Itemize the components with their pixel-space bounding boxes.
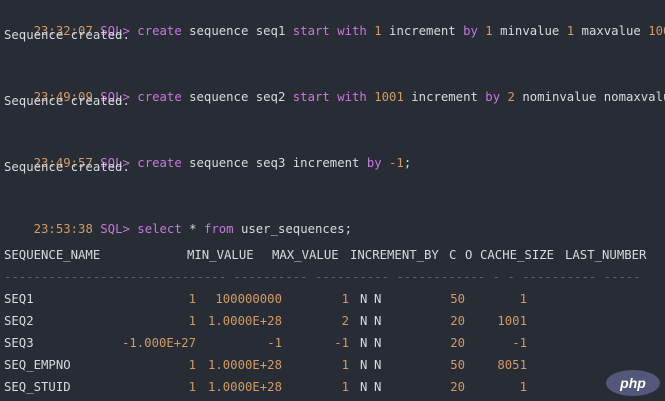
sql-text: increment — [382, 24, 463, 38]
table-cell: N — [360, 334, 367, 352]
column-header: O — [465, 246, 472, 264]
table-cell: 1 — [189, 290, 196, 308]
table-cell: 1 — [520, 290, 527, 308]
command-text: select * from user_sequences; — [137, 222, 352, 236]
table-cell: 20 — [450, 312, 465, 330]
sql-text — [382, 156, 389, 170]
table-cell: N — [374, 312, 381, 330]
table-cell: 50 — [450, 290, 465, 308]
sql-text: sequence seq1 — [182, 24, 293, 38]
table-cell: N — [374, 356, 381, 374]
sql-keyword: by — [367, 156, 382, 170]
table-cell: -1 — [267, 334, 282, 352]
sql-keyword: start with — [293, 24, 367, 38]
table-cell: 100000000 — [215, 290, 282, 308]
column-header: MAX_VALUE — [272, 246, 339, 264]
table-cell: 2 — [342, 312, 349, 330]
table-cell: 1 — [189, 312, 196, 330]
sql-text — [500, 90, 507, 104]
sql-text: increment — [404, 90, 485, 104]
sql-text: sequence seq3 increment — [182, 156, 367, 170]
sql-keyword: from — [204, 222, 234, 236]
sql-text: user_sequences; — [234, 222, 352, 236]
sql-keyword: create — [137, 156, 181, 170]
table-cell: -1.000E+27 — [122, 334, 196, 352]
sql-keyword: start with — [293, 90, 367, 104]
table-cell: SEQ1 — [4, 290, 34, 308]
table-cell: N — [360, 378, 367, 396]
command-line: 23:49:57 SQL> create sequence seq3 incre… — [4, 136, 411, 154]
table-cell: 20 — [450, 378, 465, 396]
command-text: create sequence seq3 increment by -1; — [137, 156, 411, 170]
command-text: create sequence seq2 start with 1001 inc… — [137, 90, 665, 104]
php-watermark-text: php — [619, 375, 646, 391]
table-cell: 1.0000E+28 — [208, 356, 282, 374]
table-cell: 1 — [520, 378, 527, 396]
table-cell: 1001 — [497, 312, 527, 330]
table-cell: SEQ3 — [4, 334, 34, 352]
sql-keyword: by — [463, 24, 478, 38]
sql-text: nominvalue nomaxvalu — [515, 90, 665, 104]
separator-line: ------------------------------ ---------… — [4, 268, 641, 286]
table-cell: 1 — [342, 356, 349, 374]
php-logo: php — [605, 369, 661, 397]
sql-number: 2 — [508, 90, 515, 104]
column-header: SEQUENCE_NAME — [4, 246, 100, 264]
prompt: SQL> — [100, 222, 130, 236]
table-cell: SEQ_STUID — [4, 378, 71, 396]
table-cell: N — [374, 334, 381, 352]
sql-text: minvalue — [493, 24, 567, 38]
sql-keyword: by — [485, 90, 500, 104]
table-cell: SEQ2 — [4, 312, 34, 330]
table-cell: N — [360, 290, 367, 308]
table-cell: 1 — [342, 290, 349, 308]
sql-text: maxvalue — [574, 24, 648, 38]
sql-number: 100 — [648, 24, 665, 38]
terminal-window[interactable]: 23:32:07 SQL> create sequence seq1 start… — [0, 0, 665, 401]
sql-text: sequence seq2 — [182, 90, 293, 104]
column-header: INCREMENT_BY — [350, 246, 439, 264]
table-cell: N — [360, 312, 367, 330]
output-line: Sequence created. — [4, 158, 130, 176]
column-header: C — [449, 246, 456, 264]
table-cell: -1 — [334, 334, 349, 352]
table-cell: 50 — [450, 356, 465, 374]
command-line: 23:49:09 SQL> create sequence seq2 start… — [4, 70, 665, 88]
table-cell: -1 — [512, 334, 527, 352]
sql-number: -1 — [389, 156, 404, 170]
column-header: MIN_VALUE — [187, 246, 254, 264]
table-cell: 20 — [450, 334, 465, 352]
timestamp: 23:53:38 — [34, 222, 93, 236]
table-cell: 1 — [189, 378, 196, 396]
command-line: 23:32:07 SQL> create sequence seq1 start… — [4, 4, 665, 22]
table-cell: N — [374, 290, 381, 308]
sql-text: * — [182, 222, 204, 236]
table-cell: SEQ_EMPNO — [4, 356, 71, 374]
table-cell: N — [360, 356, 367, 374]
command-line: 23:53:38 SQL> select * from user_sequenc… — [4, 202, 352, 220]
sql-text: ; — [404, 156, 411, 170]
column-header: LAST_NUMBER — [565, 246, 646, 264]
table-cell: 8051 — [497, 356, 527, 374]
table-cell: 1 — [189, 356, 196, 374]
command-text: create sequence seq1 start with 1 increm… — [137, 24, 665, 38]
sql-number: 1 — [485, 24, 492, 38]
sql-keyword: create — [137, 24, 181, 38]
table-cell: N — [374, 378, 381, 396]
table-cell: 1 — [342, 378, 349, 396]
column-header: CACHE_SIZE — [480, 246, 554, 264]
sql-number: 1001 — [374, 90, 404, 104]
sql-keyword: create — [137, 90, 181, 104]
output-line: Sequence created. — [4, 92, 130, 110]
sql-number: 1 — [374, 24, 381, 38]
table-cell: 1.0000E+28 — [208, 378, 282, 396]
output-line: Sequence created. — [4, 26, 130, 44]
sql-keyword: select — [137, 222, 181, 236]
table-cell: 1.0000E+28 — [208, 312, 282, 330]
